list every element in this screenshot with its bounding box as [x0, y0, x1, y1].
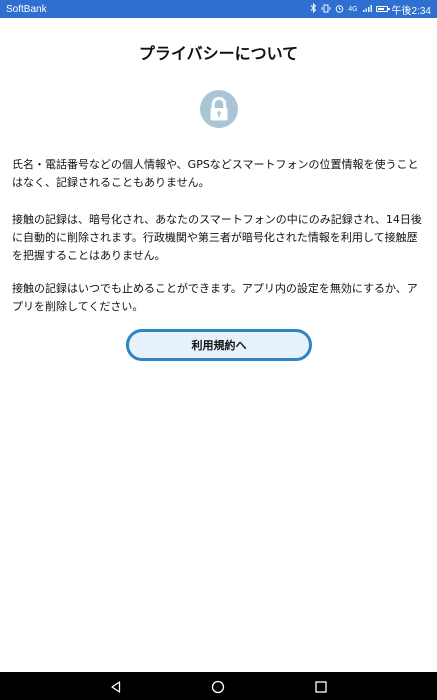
status-icons: 4G 午後2:34	[310, 2, 431, 17]
clock-label: 午後2:34	[391, 5, 431, 17]
status-bar: SoftBank 4G 午後2:34	[0, 0, 437, 18]
alarm-icon	[335, 4, 344, 15]
back-icon[interactable]	[109, 679, 123, 693]
navigation-bar	[0, 672, 437, 700]
recent-apps-icon[interactable]	[314, 679, 328, 693]
home-icon[interactable]	[211, 679, 225, 694]
privacy-paragraph-encryption: 接触の記録は、暗号化され、あなたのスマートフォンの中にのみ記録され、14日後に自…	[12, 213, 422, 262]
network-type-label: 4G	[348, 5, 358, 13]
carrier-label: SoftBank	[6, 3, 47, 15]
signal-icon	[362, 4, 372, 15]
terms-of-use-button[interactable]: 利用規約へ	[126, 329, 312, 361]
privacy-paragraph-stop-recording: 接触の記録はいつでも止めることができます。アプリ内の設定を無効にするか、アプリを…	[12, 282, 418, 313]
battery-icon	[375, 6, 390, 12]
vibrate-icon	[321, 4, 331, 15]
page-title: プライバシーについて	[138, 44, 299, 63]
lock-icon	[199, 89, 239, 129]
bluetooth-icon	[310, 2, 317, 15]
privacy-paragraph-personal-info: 氏名・電話番号などの個人情報や、GPSなどスマートフォンの位置情報を使うことはな…	[12, 158, 419, 189]
